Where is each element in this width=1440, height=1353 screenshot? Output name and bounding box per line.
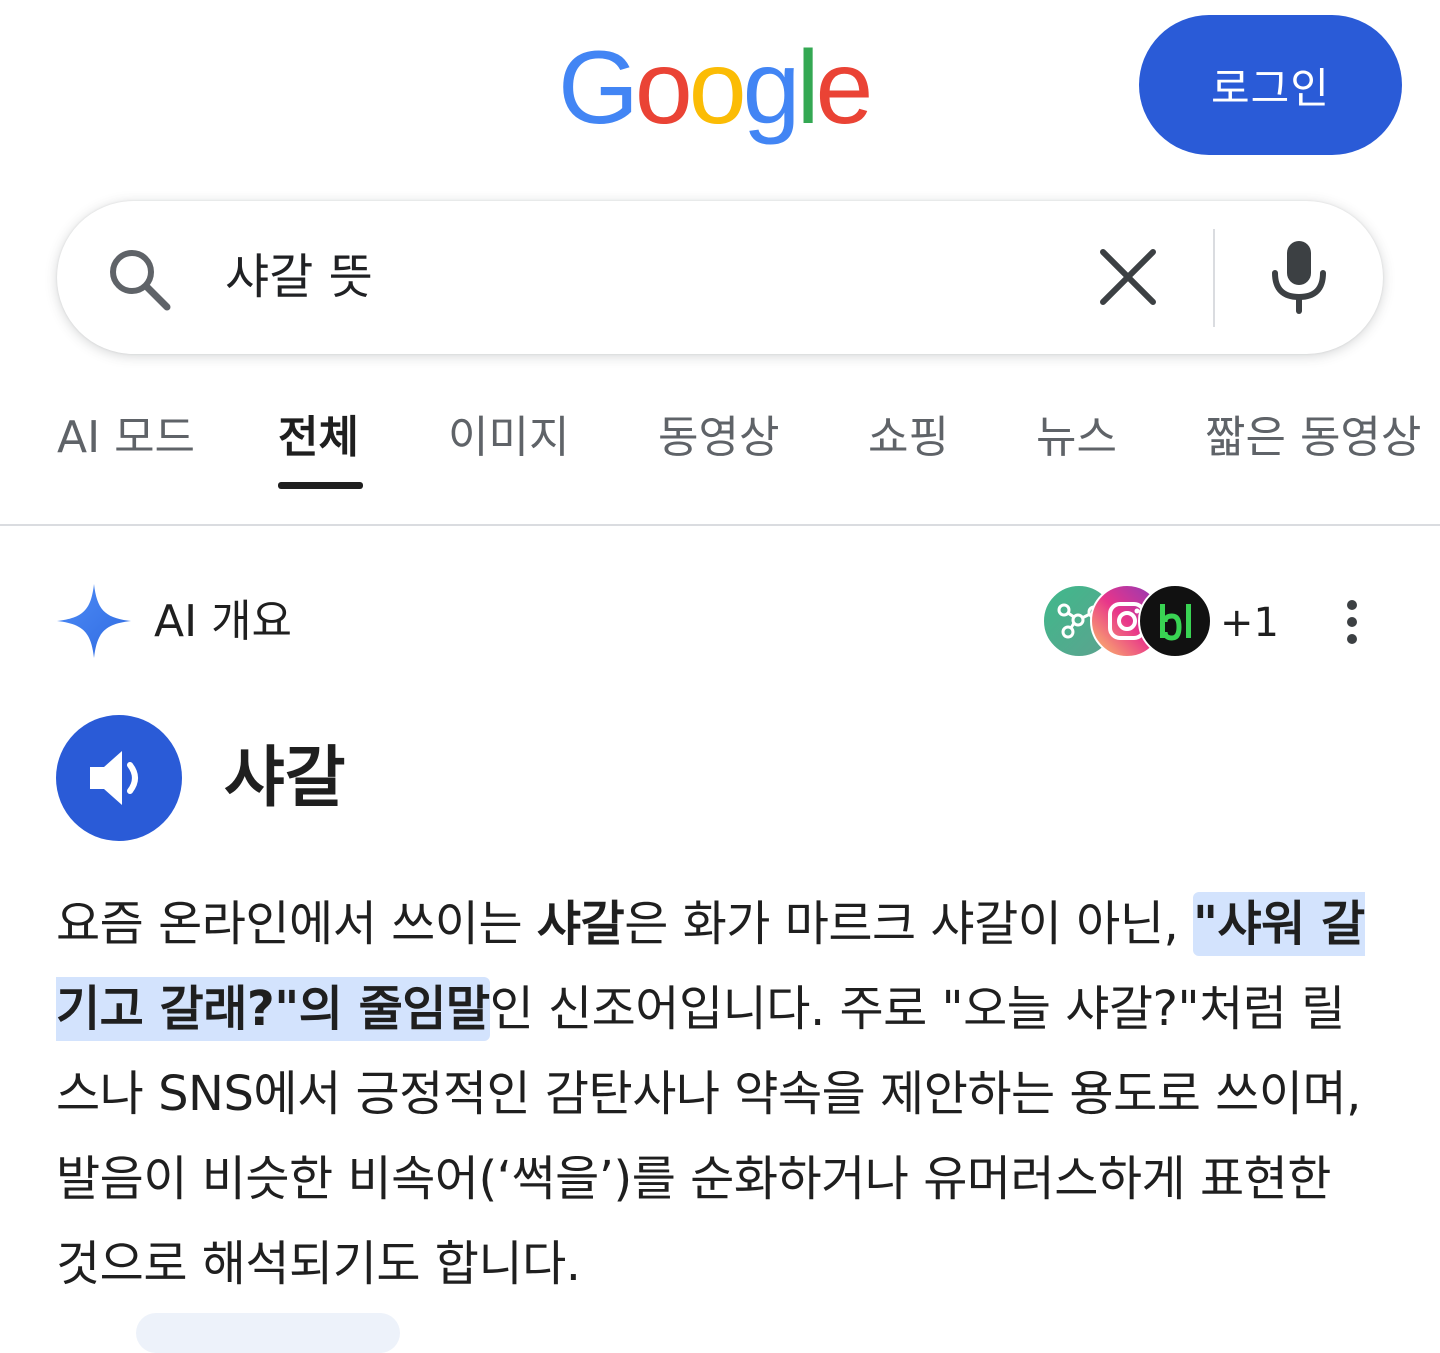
tab-images[interactable]: 이미지 (448, 408, 569, 468)
search-input[interactable]: 샤갈 뜻 (225, 241, 373, 313)
logo-letter: l (796, 30, 819, 146)
google-logo[interactable]: Google (558, 28, 874, 148)
speaker-icon (90, 751, 138, 805)
search-bar[interactable]: 샤갈 뜻 (57, 201, 1383, 354)
logo-letter: o (634, 30, 693, 146)
paragraph-term-bold: 샤갈 (536, 896, 625, 952)
source-chip[interactable] (136, 1313, 400, 1353)
paragraph-text: 요즘 온라인에서 쓰이는 (56, 896, 537, 952)
pronounce-button[interactable] (56, 715, 182, 841)
paragraph-text: 은 화가 마르크 샤갈이 아닌, (624, 896, 1194, 952)
ai-sparkle-icon (57, 584, 131, 658)
tab-ai-mode[interactable]: AI 모드 (57, 408, 195, 468)
source-avatar-bl[interactable] (1138, 584, 1212, 658)
search-tabs: AI 모드 전체 이미지 동영상 쇼핑 뉴스 짧은 동영상 (0, 400, 1440, 526)
login-button[interactable]: 로그인 (1139, 15, 1402, 155)
tab-all[interactable]: 전체 (278, 408, 359, 468)
logo-letter: e (815, 30, 874, 146)
active-tab-indicator (278, 482, 363, 489)
more-sources-count[interactable]: +1 (1220, 596, 1279, 650)
clear-icon[interactable] (1097, 246, 1159, 308)
tab-videos[interactable]: 동영상 (658, 408, 779, 468)
logo-letter: o (688, 30, 747, 146)
tab-news[interactable]: 뉴스 (1036, 408, 1117, 468)
tab-shopping[interactable]: 쇼핑 (868, 408, 949, 468)
tab-short-videos[interactable]: 짧은 동영상 (1205, 408, 1421, 468)
ai-overview-title: AI 개요 (154, 596, 293, 647)
logo-letter: g (742, 30, 801, 146)
overview-term: 샤갈 (224, 739, 346, 816)
search-icon[interactable] (105, 245, 173, 313)
search-divider (1213, 229, 1215, 327)
overview-paragraph: 요즘 온라인에서 쓰이는 샤갈은 화가 마르크 샤갈이 아닌, "샤워 갈기고 … (56, 882, 1386, 1307)
source-avatars[interactable] (1042, 584, 1222, 658)
mic-icon[interactable] (1267, 239, 1331, 315)
more-options-icon[interactable] (1340, 598, 1364, 646)
logo-letter: G (558, 30, 639, 146)
